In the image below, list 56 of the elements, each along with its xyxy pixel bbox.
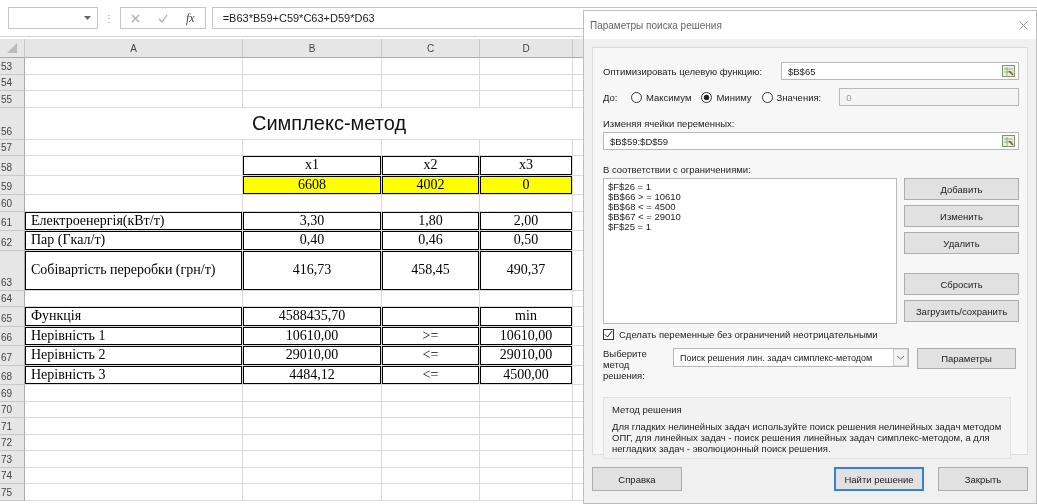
method-info-text: Для гладких нелинейных задач используйте поиск решения нелинейных задач методом ОПГ, для линейных задач - поиск решения линейных задач симплекс-методом, а для негладких задач - эволюционный поиск решения. — [612, 421, 1002, 454]
table-cell: Нерівність 3 — [25, 365, 243, 385]
row-number: 55 — [0, 91, 25, 108]
row-number: 65 — [0, 307, 25, 327]
table-cell: min — [480, 307, 573, 327]
table-cell: <= — [382, 346, 480, 366]
table-cell: Електроенергія(кВт/т) — [25, 211, 243, 231]
table-cell: 29010,00 — [243, 346, 382, 366]
row-number: 56 — [0, 107, 25, 140]
table-cell: 4484,12 — [243, 365, 382, 385]
variables-label: Изменяя ячейки переменных: — [603, 118, 735, 129]
table-cell: 6608 — [243, 175, 382, 195]
table-cell: 0,50 — [480, 231, 573, 251]
table-cell: Функція — [25, 307, 243, 327]
row-number: 62 — [0, 231, 25, 251]
table-cell: >= — [382, 326, 480, 346]
table-cell: x2 — [382, 156, 480, 176]
table-cell: 490,37 — [480, 250, 573, 291]
table-cell: Нерівність 1 — [25, 326, 243, 346]
sheet-title: Симплекс-метод — [25, 107, 573, 140]
row-number: 60 — [0, 195, 25, 212]
separator-icon: ⋮ — [104, 12, 114, 24]
row-number: 75 — [0, 484, 25, 501]
table-cell: x1 — [243, 156, 382, 176]
table-cell: x3 — [480, 156, 573, 176]
table-cell: 416,73 — [243, 250, 382, 291]
table-cell: Пар (Гкал/т) — [25, 231, 243, 251]
table-cell: 4002 — [382, 175, 480, 195]
table-cell: 4588435,70 — [243, 307, 382, 327]
row-number: 73 — [0, 451, 25, 468]
table-cell: 3,30 — [243, 211, 382, 231]
table-cell: 458,45 — [382, 250, 480, 291]
table-cell: 4500,00 — [480, 365, 573, 385]
constraints-label: В соответствии с ограничениями: — [603, 164, 751, 175]
table-cell: 0,46 — [382, 231, 480, 251]
row-number: 67 — [0, 346, 25, 366]
method-label: Выберите метод решения: — [603, 348, 648, 381]
row-number: 63 — [0, 250, 25, 291]
table-cell: 29010,00 — [480, 346, 573, 366]
table-cell: Собівартість переробки (грн/т) — [25, 250, 243, 291]
table-cell: 0 — [480, 175, 573, 195]
dialog-title: Параметры поиска решения — [590, 19, 722, 31]
row-number: 58 — [0, 156, 25, 176]
table-cell: 10610,00 — [243, 326, 382, 346]
target-label: До: — [603, 91, 619, 103]
row-number: 71 — [0, 418, 25, 435]
table-cell: Нерівність 2 — [25, 346, 243, 366]
method-info-title: Метод решения — [612, 404, 683, 415]
row-number: 53 — [0, 58, 25, 75]
table-cell: 10610,00 — [480, 326, 573, 346]
row-number: 69 — [0, 385, 25, 402]
table-cell: 0,40 — [243, 231, 382, 251]
objective-label: Оптимизировать целевую функцию: — [603, 65, 764, 77]
table-cell: 2,00 — [480, 211, 573, 231]
table-cell: 1,80 — [382, 211, 480, 231]
table-cell: <= — [382, 365, 480, 385]
